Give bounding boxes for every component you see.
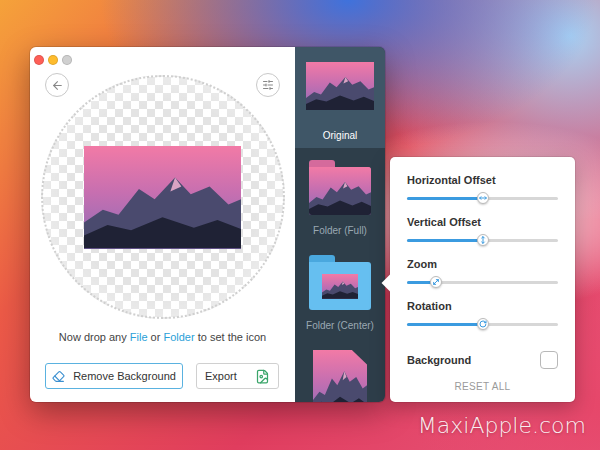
icon-stage xyxy=(30,67,295,322)
mountain-icon xyxy=(84,171,241,248)
slider-label: Vertical Offset xyxy=(407,215,558,229)
sliders-icon xyxy=(262,79,274,91)
mountain-photo xyxy=(306,62,374,110)
arrow-left-icon xyxy=(51,79,64,92)
mountain-icon xyxy=(309,179,371,215)
mountain-icon xyxy=(313,367,367,403)
slider-thumb[interactable] xyxy=(477,234,489,246)
mountain-icon xyxy=(306,74,374,110)
slider-thumb[interactable] xyxy=(430,276,442,288)
zoom-button[interactable] xyxy=(62,55,72,65)
slider-row: Zoom xyxy=(407,257,558,289)
export-image-icon xyxy=(255,369,270,384)
hint-text: Now drop any xyxy=(59,331,130,343)
slider[interactable] xyxy=(407,233,558,247)
style-label: Folder (Full) xyxy=(313,224,367,237)
hint-text: or xyxy=(148,331,164,343)
window-controls xyxy=(30,55,295,65)
close-button[interactable] xyxy=(34,55,44,65)
horizontal-arrows-icon xyxy=(479,194,487,202)
slider[interactable] xyxy=(407,317,558,331)
checkbox-label: Background xyxy=(407,353,471,367)
style-label: Folder (Center) xyxy=(306,319,374,332)
slider-row: Horizontal Offset xyxy=(407,173,558,205)
style-sidebar: Original Folder (Full) Folder (Center) xyxy=(295,47,385,402)
slider-row: Rotation xyxy=(407,299,558,331)
slider-thumb[interactable] xyxy=(477,192,489,204)
mountain-photo xyxy=(322,274,358,299)
slider-thumb[interactable] xyxy=(477,318,489,330)
drop-zone[interactable] xyxy=(41,75,285,319)
minimize-button[interactable] xyxy=(48,55,58,65)
watermark: MaxiApple.com xyxy=(418,413,586,438)
style-item[interactable]: Original xyxy=(295,47,385,148)
mountain-photo xyxy=(84,146,241,249)
remove-background-button[interactable]: Remove Background xyxy=(45,363,183,389)
slider-label: Zoom xyxy=(407,257,558,271)
export-button[interactable]: Export xyxy=(196,363,279,389)
app-window: Now drop any File or Folder to set the i… xyxy=(30,47,385,402)
document-icon xyxy=(313,350,367,402)
desktop: Now drop any File or Folder to set the i… xyxy=(0,0,600,450)
slider-label: Horizontal Offset xyxy=(407,173,558,187)
background-checkbox[interactable] xyxy=(540,351,558,369)
vertical-arrows-icon xyxy=(479,236,487,244)
style-item[interactable] xyxy=(295,338,385,402)
eraser-icon xyxy=(52,370,65,383)
hint-link[interactable]: File xyxy=(130,331,148,343)
editor-panel: Now drop any File or Folder to set the i… xyxy=(30,47,295,402)
settings-popover: Horizontal Offset Vertical Offset Zoom Rota… xyxy=(390,157,575,402)
style-item[interactable]: Folder (Center) xyxy=(295,243,385,338)
reset-all-button[interactable]: RESET ALL xyxy=(449,379,517,394)
settings-button[interactable] xyxy=(256,73,280,97)
diagonal-arrows-icon xyxy=(432,278,440,286)
drop-hint: Now drop any File or Folder to set the i… xyxy=(30,330,295,344)
folder-center-icon xyxy=(309,255,371,310)
slider-fill xyxy=(407,197,483,200)
mountain-photo xyxy=(309,167,371,215)
background-row: Background xyxy=(407,351,558,369)
button-row: Remove Background Export xyxy=(30,363,295,389)
slider[interactable] xyxy=(407,191,558,205)
rotate-icon xyxy=(479,320,487,328)
slider-row: Vertical Offset xyxy=(407,215,558,247)
slider[interactable] xyxy=(407,275,558,289)
slider-fill xyxy=(407,239,483,242)
style-item[interactable]: Folder (Full) xyxy=(295,148,385,243)
hint-link[interactable]: Folder xyxy=(163,331,194,343)
mountain-icon xyxy=(322,280,358,299)
slider-fill xyxy=(407,323,483,326)
folder-full-icon xyxy=(309,160,371,215)
style-label: Original xyxy=(323,129,357,142)
hint-text: to set the icon xyxy=(195,331,267,343)
mountain-photo xyxy=(313,350,367,402)
back-button[interactable] xyxy=(45,73,69,97)
slider-label: Rotation xyxy=(407,299,558,313)
